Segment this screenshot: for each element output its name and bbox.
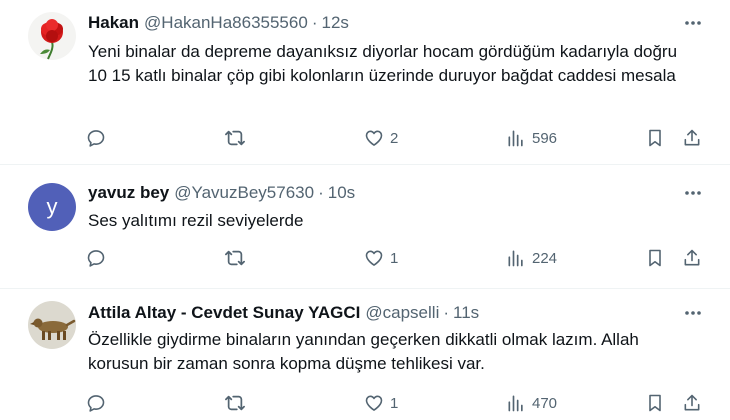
reply-icon <box>87 130 105 147</box>
tweet-actions: 1 470 <box>0 393 730 417</box>
tweet-text: Ses yalıtımı rezil seviyelerde <box>88 211 304 230</box>
views-button[interactable]: 596 <box>506 128 557 148</box>
author-handle[interactable]: @YavuzBey57630 <box>174 183 314 203</box>
bookmark-icon <box>649 394 661 412</box>
reply-button[interactable] <box>86 248 106 268</box>
tweet-actions: 1 224 <box>0 248 730 272</box>
bookmark-button[interactable] <box>646 248 664 268</box>
author-handle[interactable]: @HakanHa86355560 <box>144 13 308 33</box>
like-button[interactable]: 1 <box>364 393 398 413</box>
tweet-actions: 2 596 <box>0 128 730 152</box>
retweet-icon <box>225 250 245 266</box>
tweet-text: Özellikle giydirme binaların yanından ge… <box>88 330 639 373</box>
avatar[interactable] <box>28 12 76 60</box>
timestamp[interactable]: 11s <box>453 303 479 323</box>
like-button[interactable]: 1 <box>364 248 398 268</box>
like-count: 1 <box>390 249 399 267</box>
author-name[interactable]: Attila Altay - Cevdet Sunay YAGCI <box>88 303 360 323</box>
tweet[interactable]: Hakan @HakanHa86355560 · 12s Yeni binala… <box>0 0 730 165</box>
more-options-button[interactable] <box>682 182 704 204</box>
views-button[interactable]: 470 <box>506 393 557 413</box>
author-handle[interactable]: @capselli <box>365 303 439 323</box>
bookmark-button[interactable] <box>646 128 664 148</box>
reply-button[interactable] <box>86 128 106 148</box>
avatar[interactable]: y <box>28 183 76 231</box>
share-button[interactable] <box>682 248 702 268</box>
author-name[interactable]: yavuz bey <box>88 183 169 203</box>
separator-dot: · <box>311 13 318 32</box>
like-count: 1 <box>390 394 399 412</box>
like-count: 2 <box>390 129 399 147</box>
bookmark-icon <box>649 249 661 267</box>
retweet-icon <box>225 130 245 146</box>
avatar-letter: y <box>46 194 58 219</box>
share-button[interactable] <box>682 393 702 413</box>
separator-dot: · <box>318 183 324 202</box>
tweet-header: yavuz bey @YavuzBey57630 · 10s <box>88 181 355 205</box>
heart-icon <box>365 395 383 411</box>
view-count: 470 <box>532 394 558 412</box>
author-name[interactable]: Hakan <box>88 13 139 33</box>
share-icon <box>684 394 700 411</box>
timestamp[interactable]: 12s <box>321 13 348 33</box>
like-button[interactable]: 2 <box>364 128 398 148</box>
tweet[interactable]: Attila Altay - Cevdet Sunay YAGCI @capse… <box>0 289 730 420</box>
tweet-header: Attila Altay - Cevdet Sunay YAGCI @capse… <box>88 301 479 325</box>
more-options-button[interactable] <box>682 12 704 34</box>
share-icon <box>684 249 700 266</box>
animal-figurine-icon <box>28 301 76 349</box>
reply-button[interactable] <box>86 393 106 413</box>
more-icon <box>685 191 701 195</box>
more-icon <box>685 21 701 25</box>
reply-icon <box>87 250 105 267</box>
views-button[interactable]: 224 <box>506 248 557 268</box>
rose-icon <box>28 12 76 60</box>
heart-icon <box>365 250 383 266</box>
more-options-button[interactable] <box>682 302 704 324</box>
retweet-button[interactable] <box>224 128 246 148</box>
retweet-icon <box>225 395 245 411</box>
views-chart-icon <box>508 395 523 412</box>
retweet-button[interactable] <box>224 393 246 413</box>
timestamp[interactable]: 10s <box>328 183 355 203</box>
share-icon <box>684 129 700 146</box>
bookmark-button[interactable] <box>646 393 664 413</box>
reply-icon <box>87 395 105 412</box>
avatar[interactable] <box>28 301 76 349</box>
retweet-button[interactable] <box>224 248 246 268</box>
view-count: 596 <box>532 129 558 147</box>
separator-dot: · <box>443 303 450 322</box>
tweet-feed: Hakan @HakanHa86355560 · 12s Yeni binala… <box>0 0 730 420</box>
tweet[interactable]: y yavuz bey @YavuzBey57630 · 10s Ses yal… <box>0 165 730 289</box>
more-icon <box>685 311 701 315</box>
views-chart-icon <box>508 250 523 267</box>
tweet-text: Yeni binalar da depreme dayanıksız diyor… <box>88 42 678 85</box>
tweet-header: Hakan @HakanHa86355560 · 12s <box>88 11 349 35</box>
share-button[interactable] <box>682 128 702 148</box>
bookmark-icon <box>649 129 661 147</box>
heart-icon <box>365 130 383 146</box>
view-count: 224 <box>532 249 558 267</box>
views-chart-icon <box>508 130 523 147</box>
